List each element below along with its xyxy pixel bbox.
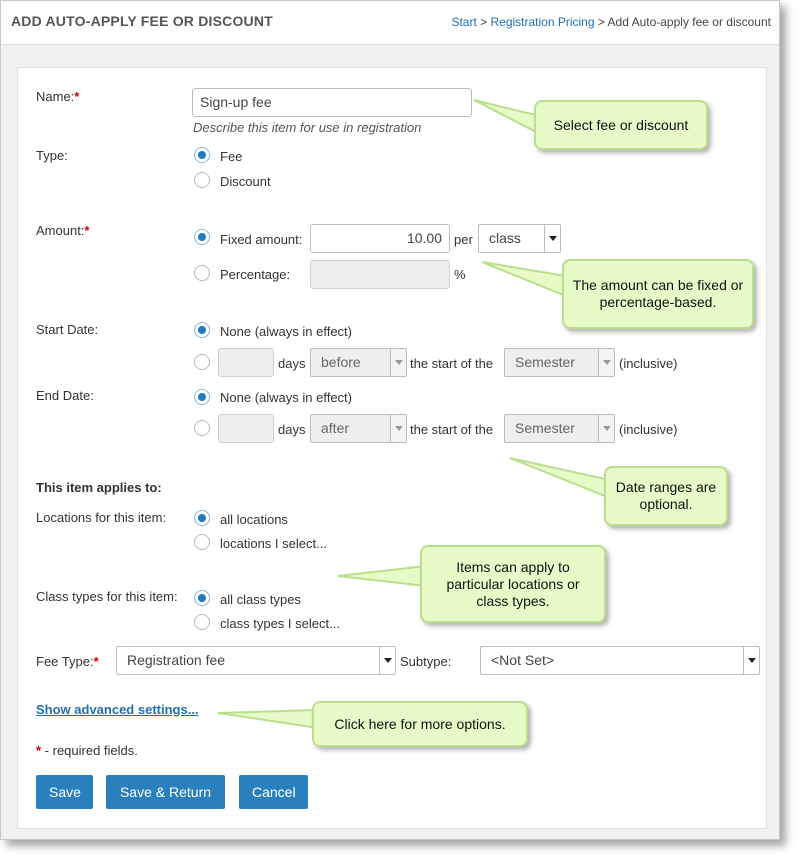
callout-pointer [337, 564, 427, 588]
callout-pointer [481, 261, 567, 298]
callout-amount: The amount can be fixed or percentage-ba… [562, 259, 754, 329]
callout-advanced: Click here for more options. [312, 701, 528, 747]
callout-pointer [509, 457, 611, 500]
callout-applies: Items can apply to particular locations … [420, 545, 606, 623]
callout-fee-discount: Select fee or discount [534, 100, 708, 150]
callout-pointer [217, 708, 319, 730]
callout-dates: Date ranges are optional. [604, 466, 728, 526]
callout-pointer [473, 99, 541, 136]
